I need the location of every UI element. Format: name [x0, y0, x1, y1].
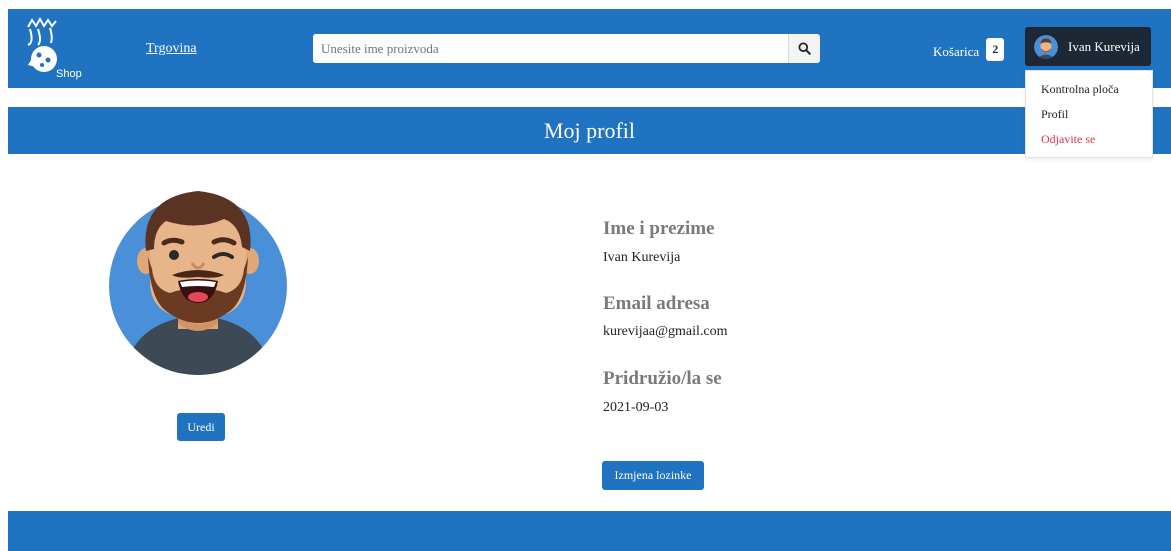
cart-count-badge: 2: [986, 38, 1005, 61]
page-title-band: Moj profil: [8, 107, 1171, 154]
joined-label: Pridružio/la se: [603, 368, 722, 389]
shop-logo[interactable]: Shop: [22, 15, 92, 81]
menu-item-profile[interactable]: Profil: [1041, 107, 1068, 122]
cart-link[interactable]: Košarica 2: [933, 38, 1005, 61]
profile-avatar: [106, 189, 290, 375]
edit-profile-button[interactable]: Uredi: [177, 413, 225, 441]
user-avatar: [1034, 34, 1058, 59]
menu-item-logout[interactable]: Odjavite se: [1041, 132, 1095, 147]
user-dropdown-menu: Kontrolna ploča Profil Odjavite se: [1025, 70, 1153, 158]
change-password-button[interactable]: Izmjena lozinke: [602, 461, 704, 490]
search-input[interactable]: [313, 34, 788, 63]
search-button[interactable]: [788, 34, 820, 63]
user-menu-button[interactable]: Ivan Kurevija: [1025, 27, 1151, 66]
page-title: Moj profil: [543, 118, 636, 143]
joined-value: 2021-09-03: [603, 400, 669, 415]
menu-item-dashboard[interactable]: Kontrolna ploča: [1041, 82, 1119, 97]
user-name: Ivan Kurevija: [1068, 38, 1140, 54]
full-name-label: Ime i prezime: [603, 218, 715, 239]
full-name-value: Ivan Kurevija: [603, 250, 681, 265]
email-label: Email adresa: [603, 293, 710, 314]
cart-label: Košarica: [933, 43, 980, 59]
footer: [8, 511, 1171, 551]
search-bar: [313, 34, 820, 63]
navbar: Shop Trgovina Košarica 2 Ivan Kurevija: [8, 9, 1171, 88]
nav-link-trgovina[interactable]: Trgovina: [146, 41, 197, 57]
logo-text: Shop: [56, 68, 82, 80]
search-icon: [798, 42, 811, 55]
email-value: kurevijaa@gmail.com: [603, 324, 728, 339]
